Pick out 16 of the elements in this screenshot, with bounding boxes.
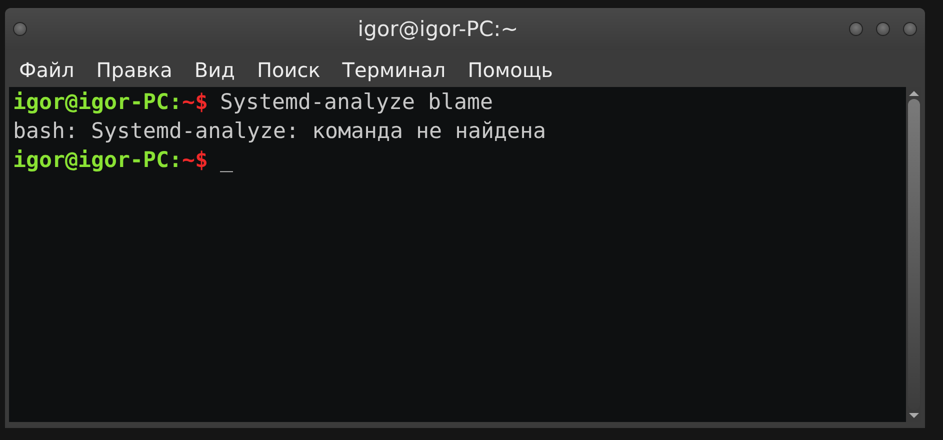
menu-item[interactable]: Терминал <box>342 58 446 82</box>
command-text: Systemd-analyze blame <box>220 90 494 115</box>
menu-item[interactable]: Вид <box>194 58 235 82</box>
scroll-down-icon[interactable] <box>908 413 918 418</box>
menu-item[interactable]: Правка <box>96 58 172 82</box>
window-button-icon[interactable] <box>13 22 27 36</box>
menu-item[interactable]: Файл <box>19 58 74 82</box>
menu-item[interactable]: Помощь <box>468 58 553 82</box>
prompt-path: ~$ <box>182 148 208 173</box>
menu-item[interactable]: Поиск <box>256 58 320 82</box>
prompt-user: igor@igor-PC: <box>13 148 182 173</box>
prompt-user: igor@igor-PC: <box>13 90 182 115</box>
output-text: bash: Systemd-analyze: команда не найдена <box>13 119 546 144</box>
window-title: igor@igor-PC:~ <box>356 17 520 41</box>
text-cursor: _ <box>220 148 234 173</box>
prompt-path: ~$ <box>182 90 208 115</box>
